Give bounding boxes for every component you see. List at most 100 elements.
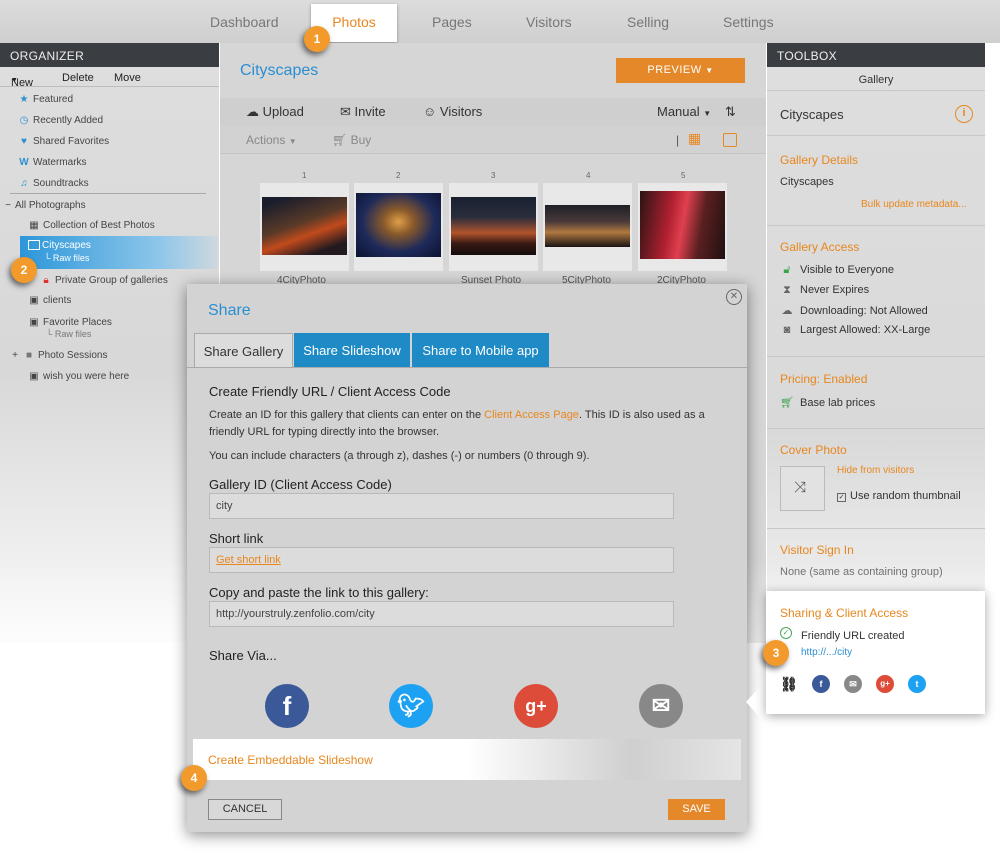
organizer-title: ORGANIZER (0, 43, 219, 67)
tree-shared-favorites[interactable]: ♥ Shared Favorites (18, 136, 109, 147)
gallery-id-input[interactable]: city (209, 493, 674, 519)
tree-wish-you-were-here[interactable]: ▣ wish you were here (28, 371, 129, 382)
unlock-icon: 🔓︎ (783, 264, 791, 276)
collapse-icon[interactable]: − (4, 200, 12, 211)
cloud-download-icon: ☁ (781, 305, 793, 317)
save-button[interactable]: SAVE (668, 799, 725, 820)
client-access-page-link[interactable]: Client Access Page (484, 409, 579, 421)
invite-button[interactable]: ✉ Invite (340, 104, 386, 120)
visitor-signin-heading[interactable]: Visitor Sign In (780, 543, 854, 557)
random-thumbnail-option[interactable]: ✓ Use random thumbnail (837, 490, 961, 502)
tree-favorite-places-sub[interactable]: └ Raw files (46, 329, 91, 339)
tree-soundtracks[interactable]: ♫ Soundtracks (18, 178, 88, 189)
tree-all-photographs[interactable]: − All Photographs (4, 200, 86, 211)
hide-from-visitors-link[interactable]: Hide from visitors (837, 465, 914, 476)
nav-visitors[interactable]: Visitors (526, 14, 572, 30)
nav-selling[interactable]: Selling (627, 14, 669, 30)
caret-down-icon: ▼ (288, 137, 297, 146)
tree-collection-best-photos[interactable]: ▦ Collection of Best Photos (28, 220, 154, 231)
get-short-link[interactable]: Get short link (216, 554, 281, 566)
visitors-button[interactable]: ☺ Visitors (423, 104, 482, 119)
gallery-access-heading[interactable]: Gallery Access (780, 240, 859, 254)
info-icon[interactable]: i (955, 105, 973, 123)
thumb-number: 2 (396, 171, 401, 180)
create-embeddable-slideshow-link[interactable]: Create Embeddable Slideshow (208, 753, 373, 767)
single-view-icon[interactable] (723, 133, 737, 147)
people-icon: ☺ (423, 104, 437, 119)
friendly-url-link[interactable]: http://.../city (801, 647, 852, 658)
access-largest-size: ◙ Largest Allowed: XX-Large (780, 324, 931, 336)
gallery-details-heading[interactable]: Gallery Details (780, 153, 858, 167)
cloud-upload-icon: ☁ (246, 104, 259, 119)
sort-order-icon[interactable]: ⇅ (725, 104, 736, 120)
star-icon: ★ (19, 94, 29, 105)
photo-thumbnail[interactable] (354, 183, 443, 271)
bulk-update-link[interactable]: Bulk update metadata... (861, 199, 967, 210)
tree-cityscapes-sub[interactable]: └ Raw files (44, 253, 89, 263)
photo-thumbnail[interactable] (449, 183, 538, 271)
pricing-item: 🛒︎ Base lab prices (780, 397, 876, 409)
friendly-url-description-2: friendly URL for typing directly into th… (209, 426, 440, 438)
buy-button[interactable]: 🛒︎ Buy (332, 133, 371, 147)
delete-button[interactable]: Delete (62, 72, 94, 84)
checkbox-checked-icon[interactable]: ✓ (837, 493, 846, 502)
sharing-client-access-card: Sharing & Client Access ✓ Friendly URL c… (766, 591, 985, 714)
tree-photo-sessions[interactable]: + ■ Photo Sessions (10, 350, 107, 361)
heart-icon: ♥ (21, 136, 27, 147)
facebook-share-button[interactable]: f (265, 684, 309, 728)
friendly-url-heading: Create Friendly URL / Client Access Code (209, 384, 451, 399)
tree-recently-added[interactable]: ◷ Recently Added (18, 115, 103, 126)
step-badge-1: 1 (304, 26, 330, 52)
photo-image (451, 197, 536, 255)
twitter-bird-icon: 🐦︎ (397, 693, 425, 718)
twitter-icon[interactable]: t (908, 675, 926, 693)
sort-select[interactable]: Manual ▼ (657, 104, 711, 119)
list-view-icon[interactable]: | (676, 133, 679, 147)
tree-cityscapes-selected[interactable]: Cityscapes └ Raw files (20, 236, 218, 269)
friendly-url-description: Create an ID for this gallery that clien… (209, 409, 705, 421)
upload-button[interactable]: ☁ Upload (246, 104, 304, 120)
preview-button[interactable]: PREVIEW ▼ (616, 58, 745, 83)
lock-icon: 🔒︎ (43, 275, 49, 286)
tree-clients[interactable]: ▣ clients (28, 295, 71, 306)
tree-private-group[interactable]: 🔒︎ Private Group of galleries (40, 275, 168, 286)
photo-thumbnail[interactable] (543, 183, 632, 271)
short-link-field: Get short link (209, 547, 674, 573)
actions-menu[interactable]: Actions ▼ (246, 133, 297, 147)
organizer-actions: New ▼ Delete Move (0, 67, 219, 89)
email-share-button[interactable]: ✉ (639, 684, 683, 728)
check-circle-icon: ✓ (780, 627, 792, 639)
move-button[interactable]: Move (114, 72, 141, 84)
sharing-heading[interactable]: Sharing & Client Access (780, 606, 908, 620)
cover-photo-thumbnail[interactable]: ⤨ (780, 466, 825, 511)
tab-share-mobile-app[interactable]: Share to Mobile app (412, 333, 549, 368)
nav-settings[interactable]: Settings (723, 14, 774, 30)
facebook-icon[interactable]: f (812, 675, 830, 693)
link-icon[interactable]: ⛓ (780, 675, 798, 693)
gallery-link-input[interactable]: http://yourstruly.zenfolio.com/city (209, 601, 674, 627)
pricing-heading[interactable]: Pricing: Enabled (780, 372, 867, 386)
twitter-share-button[interactable]: 🐦︎ (389, 684, 433, 728)
expand-icon[interactable]: + (10, 350, 20, 361)
nav-dashboard[interactable]: Dashboard (210, 14, 279, 30)
close-icon[interactable]: ✕ (726, 289, 742, 305)
tree-favorite-places[interactable]: ▣ Favorite Places (28, 317, 112, 328)
nav-pages[interactable]: Pages (432, 14, 472, 30)
tab-share-gallery[interactable]: Share Gallery (194, 333, 293, 368)
gallery-icon: ▣ (29, 371, 39, 382)
google-plus-share-button[interactable]: g+ (514, 684, 558, 728)
cart-icon: 🛒︎ (332, 133, 348, 147)
cancel-button[interactable]: CANCEL (208, 799, 282, 820)
tree-watermarks[interactable]: W Watermarks (18, 157, 86, 168)
grid-view-icon[interactable]: ▦ (688, 130, 701, 147)
google-plus-icon[interactable]: g+ (876, 675, 894, 693)
photo-thumbnail[interactable] (260, 183, 349, 271)
email-icon[interactable]: ✉ (844, 675, 862, 693)
tab-share-slideshow[interactable]: Share Slideshow (294, 333, 410, 368)
gallery-title: Cityscapes (240, 62, 319, 79)
toolbox-subtitle: Gallery (767, 67, 985, 91)
tree-featured[interactable]: ★ Featured (18, 94, 74, 105)
photo-thumbnail[interactable] (638, 183, 727, 271)
cover-photo-heading[interactable]: Cover Photo (780, 443, 847, 457)
toolbox-panel: TOOLBOX Gallery Cityscapes i Gallery Det… (767, 43, 985, 643)
